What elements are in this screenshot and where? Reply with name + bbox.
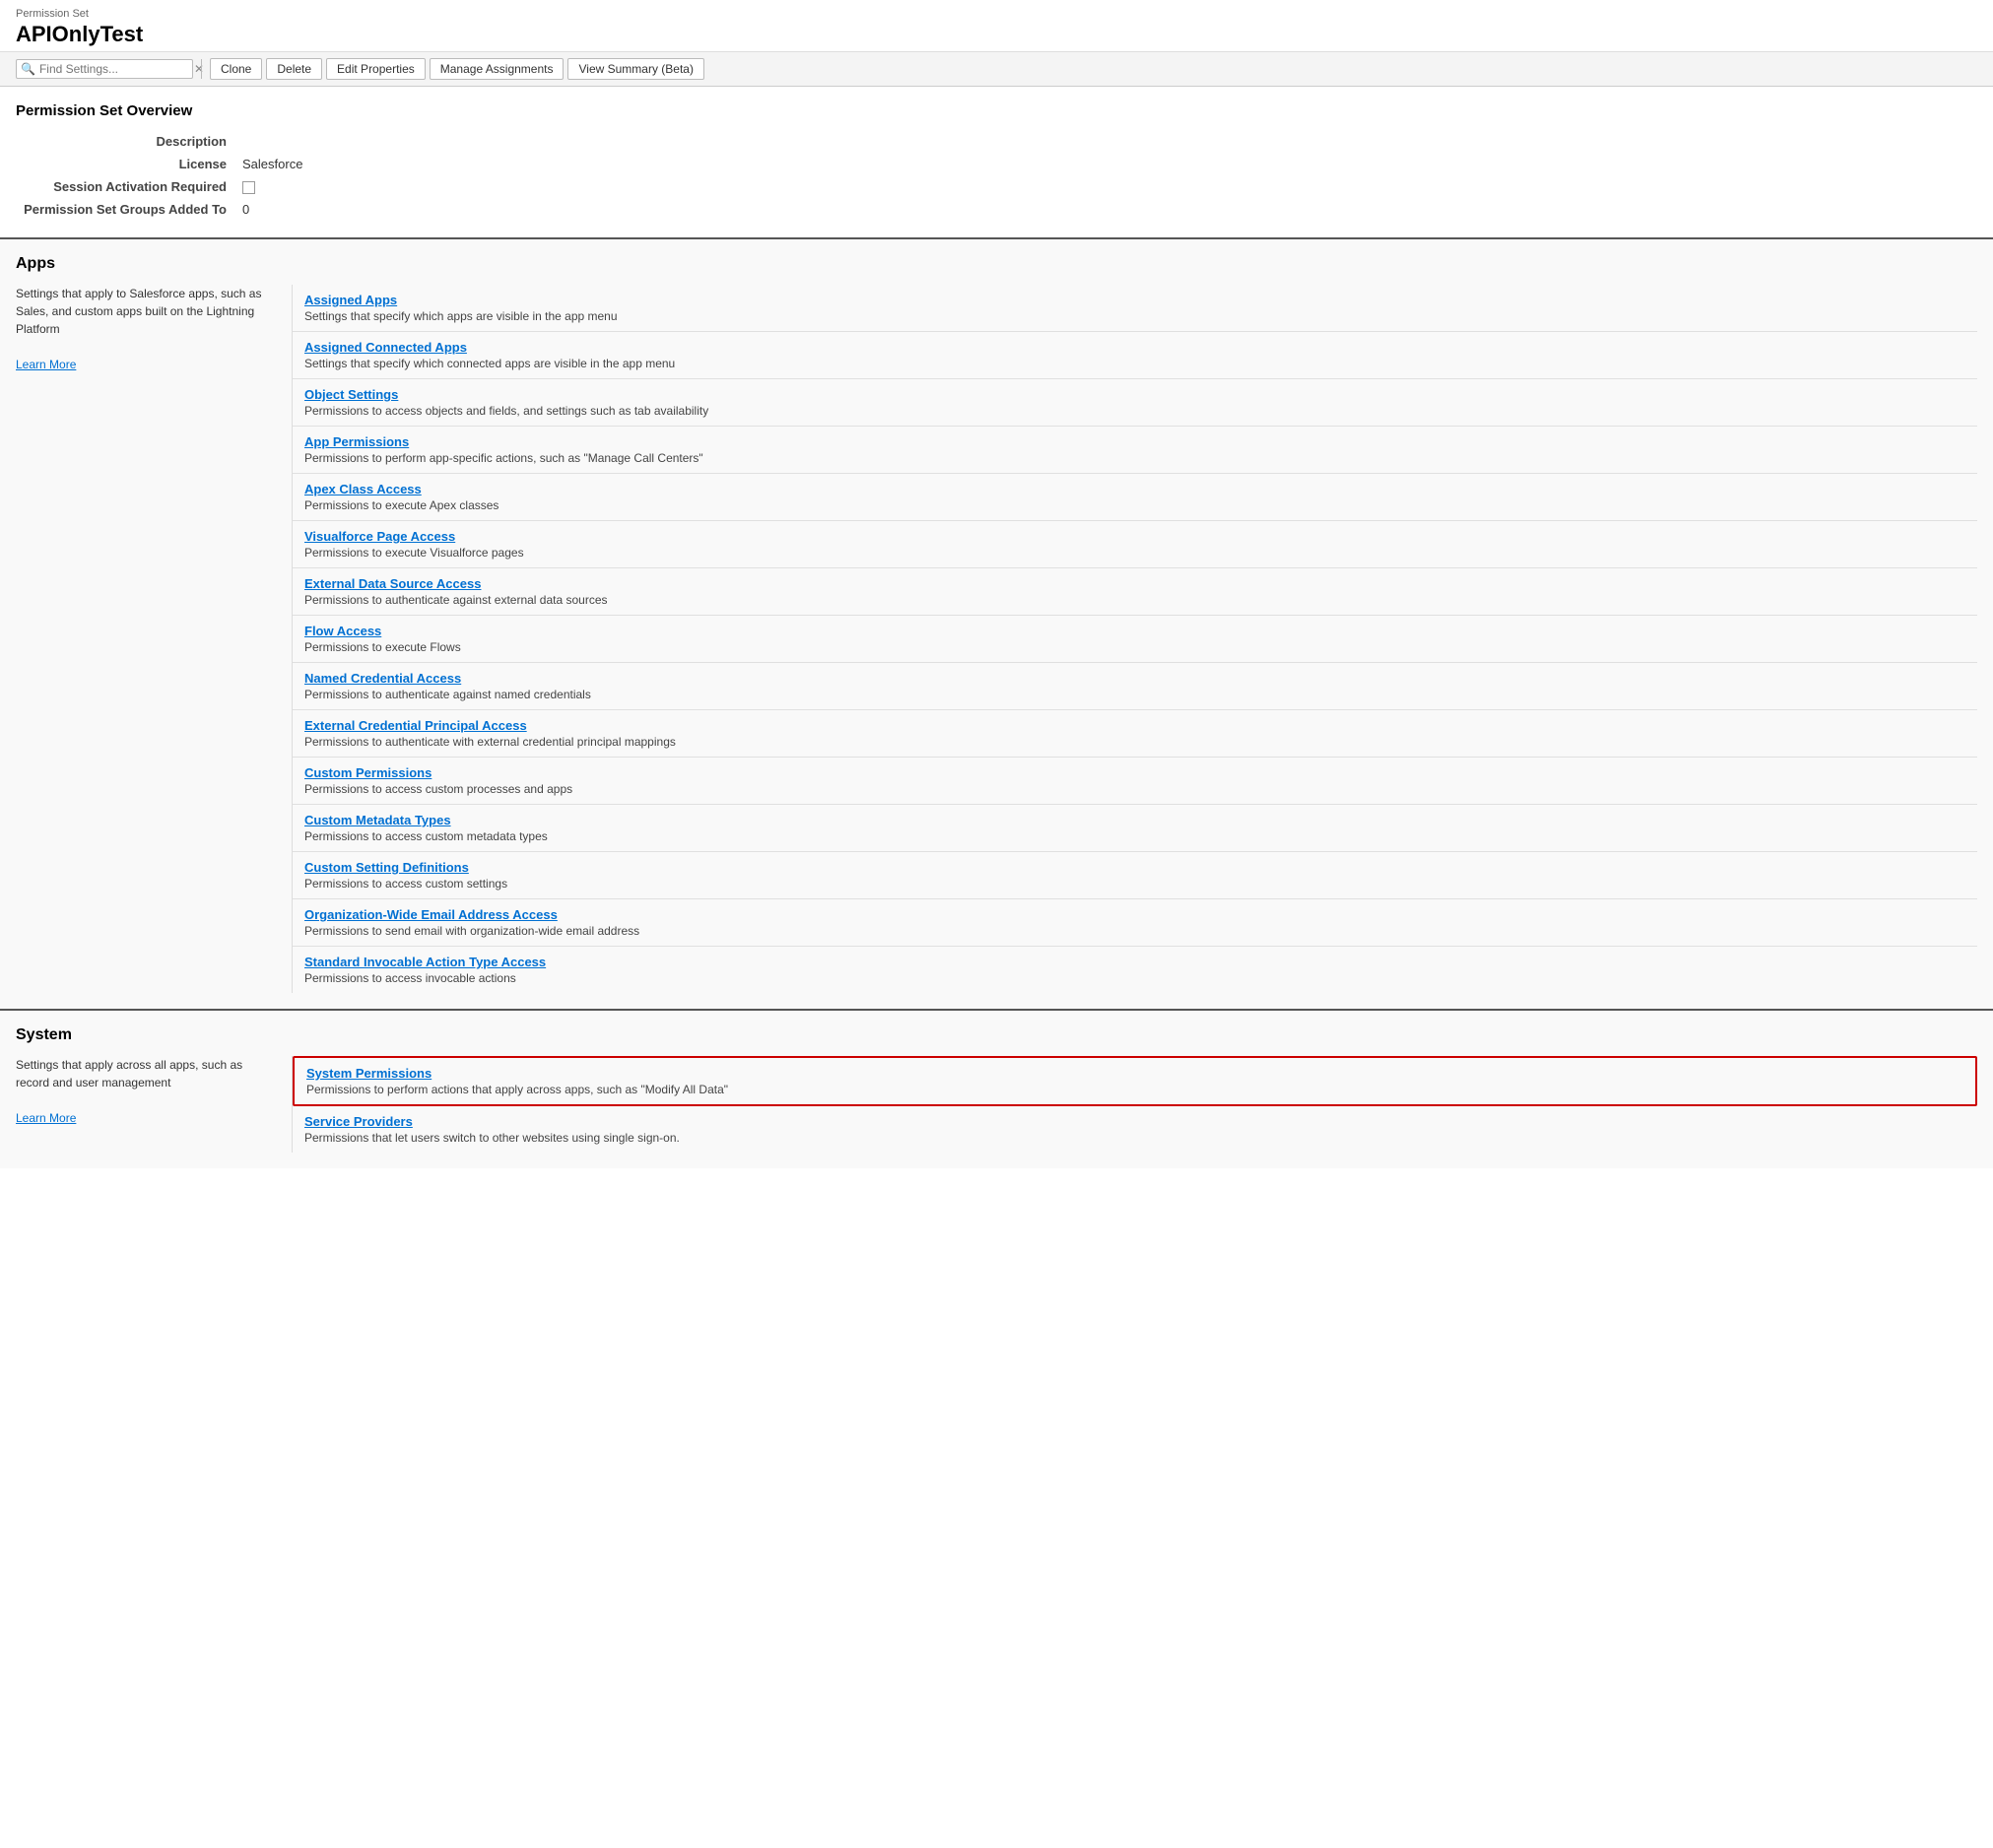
table-row: Custom Metadata Types Permissions to acc… — [293, 805, 1977, 852]
apps-learn-more-link[interactable]: Learn More — [16, 358, 76, 371]
setting-desc: Permissions to execute Flows — [304, 640, 1965, 654]
table-row: Object Settings Permissions to access ob… — [293, 379, 1977, 427]
setting-desc: Permissions to authenticate with externa… — [304, 735, 1965, 749]
setting-desc: Permissions to send email with organizat… — [304, 924, 1965, 938]
setting-desc: Permissions to access custom processes a… — [304, 782, 1965, 796]
overview-value-description — [236, 131, 1975, 152]
system-section-description: Settings that apply across all apps, suc… — [16, 1056, 272, 1091]
search-input[interactable] — [39, 62, 192, 76]
page-header: Permission Set APIOnlyTest — [0, 0, 1993, 52]
setting-desc: Permissions to authenticate against exte… — [304, 593, 1965, 607]
overview-row-session: Session Activation Required — [18, 176, 1975, 197]
setting-desc: Permissions to authenticate against name… — [304, 688, 1965, 701]
system-section-title: System — [16, 1026, 1977, 1044]
table-row: System Permissions Permissions to perfor… — [293, 1056, 1977, 1106]
system-learn-more-link[interactable]: Learn More — [16, 1111, 76, 1125]
setting-link[interactable]: Service Providers — [304, 1114, 413, 1129]
overview-row-groups: Permission Set Groups Added To 0 — [18, 199, 1975, 220]
table-row: Assigned Connected Apps Settings that sp… — [293, 332, 1977, 379]
setting-desc: Permissions to execute Visualforce pages — [304, 546, 1965, 560]
setting-link[interactable]: External Data Source Access — [304, 576, 481, 591]
breadcrumb: Permission Set — [16, 8, 1977, 20]
apps-section-left: Settings that apply to Salesforce apps, … — [16, 285, 292, 993]
apps-section: Apps Settings that apply to Salesforce a… — [0, 237, 1993, 1009]
table-row: External Data Source Access Permissions … — [293, 568, 1977, 616]
overview-value-groups: 0 — [236, 199, 1975, 220]
setting-link[interactable]: App Permissions — [304, 434, 409, 449]
table-row: Apex Class Access Permissions to execute… — [293, 474, 1977, 521]
apps-section-description: Settings that apply to Salesforce apps, … — [16, 285, 272, 338]
table-row: Custom Permissions Permissions to access… — [293, 758, 1977, 805]
setting-link[interactable]: Object Settings — [304, 387, 398, 402]
setting-link[interactable]: Named Credential Access — [304, 671, 461, 686]
setting-link[interactable]: Organization-Wide Email Address Access — [304, 907, 558, 922]
table-row: App Permissions Permissions to perform a… — [293, 427, 1977, 474]
setting-desc: Permissions to execute Apex classes — [304, 498, 1965, 512]
edit-properties-button[interactable]: Edit Properties — [326, 58, 426, 80]
table-row: Service Providers Permissions that let u… — [293, 1106, 1977, 1153]
setting-link[interactable]: Visualforce Page Access — [304, 529, 455, 544]
system-section-body: Settings that apply across all apps, suc… — [16, 1056, 1977, 1153]
toolbar: 🔍 ✕ Clone Delete Edit Properties Manage … — [0, 52, 1993, 87]
table-row: Custom Setting Definitions Permissions t… — [293, 852, 1977, 899]
apps-section-right: Assigned Apps Settings that specify whic… — [292, 285, 1977, 993]
system-section-right: System Permissions Permissions to perfor… — [292, 1056, 1977, 1153]
overview-value-session — [236, 176, 1975, 197]
overview-label-session: Session Activation Required — [18, 176, 234, 197]
setting-link[interactable]: Custom Setting Definitions — [304, 860, 469, 875]
setting-desc: Permissions that let users switch to oth… — [304, 1131, 1965, 1145]
setting-link[interactable]: Custom Permissions — [304, 765, 432, 780]
setting-link[interactable]: Apex Class Access — [304, 482, 422, 496]
setting-desc: Permissions to access custom settings — [304, 877, 1965, 891]
search-clear-icon[interactable]: ✕ — [192, 62, 206, 76]
clone-button[interactable]: Clone — [210, 58, 262, 80]
overview-row-description: Description — [18, 131, 1975, 152]
delete-button[interactable]: Delete — [266, 58, 322, 80]
setting-link[interactable]: Assigned Connected Apps — [304, 340, 467, 355]
system-section-left: Settings that apply across all apps, suc… — [16, 1056, 292, 1153]
setting-link[interactable]: Custom Metadata Types — [304, 813, 451, 827]
table-row: Standard Invocable Action Type Access Pe… — [293, 947, 1977, 993]
table-row: External Credential Principal Access Per… — [293, 710, 1977, 758]
search-icon: 🔍 — [21, 62, 35, 76]
setting-link[interactable]: Standard Invocable Action Type Access — [304, 955, 546, 969]
setting-link[interactable]: Flow Access — [304, 624, 381, 638]
setting-desc: Permissions to perform app-specific acti… — [304, 451, 1965, 465]
overview-label-groups: Permission Set Groups Added To — [18, 199, 234, 220]
setting-link[interactable]: External Credential Principal Access — [304, 718, 527, 733]
overview-value-license: Salesforce — [236, 154, 1975, 174]
manage-assignments-button[interactable]: Manage Assignments — [430, 58, 565, 80]
apps-section-body: Settings that apply to Salesforce apps, … — [16, 285, 1977, 993]
system-section: System Settings that apply across all ap… — [0, 1009, 1993, 1168]
view-summary-button[interactable]: View Summary (Beta) — [567, 58, 703, 80]
setting-desc: Permissions to access objects and fields… — [304, 404, 1965, 418]
table-row: Flow Access Permissions to execute Flows — [293, 616, 1977, 663]
overview-section: Permission Set Overview Description Lice… — [16, 102, 1977, 222]
table-row: Assigned Apps Settings that specify whic… — [293, 285, 1977, 332]
overview-label-description: Description — [18, 131, 234, 152]
toolbar-divider — [201, 59, 202, 79]
table-row: Organization-Wide Email Address Access P… — [293, 899, 1977, 947]
setting-desc: Permissions to perform actions that appl… — [306, 1083, 1963, 1096]
overview-table: Description License Salesforce Session A… — [16, 129, 1977, 222]
overview-label-license: License — [18, 154, 234, 174]
setting-link[interactable]: System Permissions — [306, 1066, 432, 1081]
page-title: APIOnlyTest — [16, 22, 1977, 47]
apps-section-title: Apps — [16, 255, 1977, 273]
search-wrap[interactable]: 🔍 ✕ — [16, 59, 193, 79]
setting-link[interactable]: Assigned Apps — [304, 293, 397, 307]
table-row: Named Credential Access Permissions to a… — [293, 663, 1977, 710]
setting-desc: Permissions to access invocable actions — [304, 971, 1965, 985]
session-checkbox[interactable] — [242, 181, 255, 194]
setting-desc: Settings that specify which connected ap… — [304, 357, 1965, 370]
setting-desc: Permissions to access custom metadata ty… — [304, 829, 1965, 843]
overview-row-license: License Salesforce — [18, 154, 1975, 174]
overview-section-title: Permission Set Overview — [16, 102, 1977, 119]
table-row: Visualforce Page Access Permissions to e… — [293, 521, 1977, 568]
setting-desc: Settings that specify which apps are vis… — [304, 309, 1965, 323]
